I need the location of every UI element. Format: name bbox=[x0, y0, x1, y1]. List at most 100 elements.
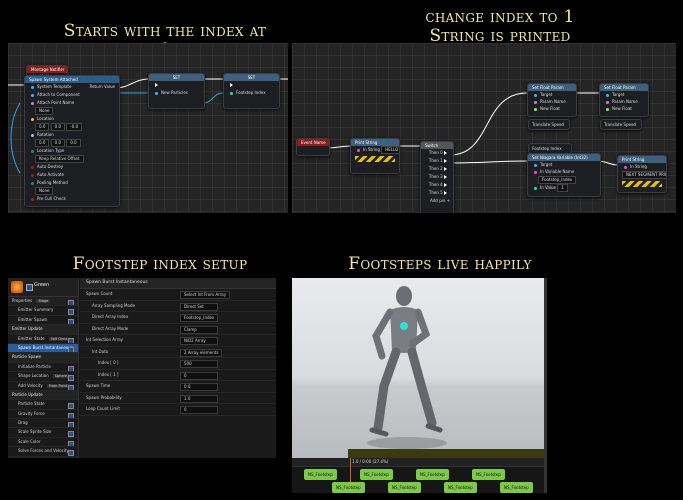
print-string-node-2[interactable]: Print String In String NEXT SEGMENT PRIN… bbox=[617, 155, 667, 193]
pin-location-type[interactable]: Location Type bbox=[25, 147, 119, 155]
details-row-value[interactable]: Clamp bbox=[180, 325, 218, 334]
viewport-scene[interactable]: Niagara simulation detected, GPU Footste… bbox=[292, 278, 544, 465]
details-row-value[interactable]: 0.0 bbox=[180, 383, 218, 391]
stack-item-checkbox[interactable] bbox=[68, 375, 74, 381]
stack-item-checkbox[interactable] bbox=[68, 412, 74, 419]
notify-track-item[interactable]: NS_Footstep bbox=[416, 469, 449, 480]
notify-track-item[interactable]: NS_Footstep bbox=[360, 469, 393, 480]
stack-item[interactable]: Solve Forces and Velocity bbox=[8, 447, 78, 457]
details-row-value[interactable]: Footstep_Index bbox=[180, 314, 219, 322]
translate-speed-getter-b[interactable]: Translate Speed bbox=[600, 119, 642, 130]
pin-pre-cull-check[interactable]: Pre Cull Check bbox=[25, 195, 119, 203]
details-row[interactable]: Spawn Probability 1.0 bbox=[80, 393, 276, 404]
stack-item[interactable]: Render bbox=[8, 456, 78, 458]
stack-item-checkbox[interactable] bbox=[68, 450, 74, 456]
details-row-value[interactable]: 500 bbox=[180, 360, 218, 368]
viewport-panel[interactable]: Niagara simulation detected, GPU Footste… bbox=[292, 278, 544, 493]
details-row[interactable]: Array Sampling Mode Direct Set bbox=[80, 301, 276, 312]
switch-pin-0[interactable]: Then 0 bbox=[421, 149, 453, 157]
stack-item[interactable]: Particle Update bbox=[8, 390, 78, 401]
variable-name-value[interactable]: Footstep_Index bbox=[528, 176, 600, 184]
set-float-param-node-a[interactable]: Set Float Param Target Param Name New Fl… bbox=[527, 83, 577, 117]
pin-param-name[interactable]: Param Name bbox=[528, 98, 576, 105]
notify-track-item[interactable]: NS_Footstep bbox=[332, 482, 365, 493]
stack-item-checkbox[interactable] bbox=[68, 440, 74, 447]
stack-item-checkbox[interactable] bbox=[68, 300, 74, 306]
set-new-particles-node[interactable]: SET New Particles bbox=[148, 73, 205, 109]
stack-item[interactable]: Scale Color bbox=[8, 437, 78, 448]
timeline[interactable]: 1.0 / 0:00 (27.4%) NS_Footstep NS_Footste… bbox=[292, 458, 544, 493]
attach-point-value[interactable]: None bbox=[25, 107, 119, 115]
stack-item-checkbox[interactable] bbox=[68, 422, 74, 428]
emitter-enable-checkbox[interactable] bbox=[26, 284, 33, 291]
stack-item-checkbox[interactable] bbox=[68, 384, 74, 390]
pin-target[interactable]: Target bbox=[528, 91, 576, 98]
pooling-value[interactable]: None bbox=[25, 187, 119, 195]
switch-pin-2[interactable]: Then 2 bbox=[421, 165, 453, 173]
pin-auto-activate[interactable]: Auto Activate bbox=[25, 171, 119, 179]
stack-item[interactable]: Properties Stage bbox=[8, 297, 78, 307]
details-row-value[interactable]: 1.0 bbox=[180, 394, 218, 403]
pin-target[interactable]: Target bbox=[600, 91, 648, 98]
notify-track-item[interactable]: NS_Footstep bbox=[500, 482, 533, 493]
emitter-stack[interactable]: Green Properties Stage Emitter Summary Emit… bbox=[8, 278, 79, 458]
switch-on-int-node[interactable]: Switch Then 0 Then 1 Then 2 Then 3 Then … bbox=[420, 141, 454, 213]
notify-track-item[interactable]: NS_Footstep bbox=[388, 482, 421, 493]
pin-location[interactable]: Location bbox=[25, 115, 119, 123]
pin-new-float[interactable]: New Float bbox=[528, 105, 576, 112]
viewport-scrollbar[interactable] bbox=[544, 278, 547, 493]
notify-track-item[interactable]: NS_Footstep bbox=[444, 482, 477, 493]
blueprint-graph-panel-1[interactable]: Montage Notifier Notify Name Spawn Syste… bbox=[8, 43, 288, 213]
stack-item[interactable]: Spawn Burst Instantaneous bbox=[8, 343, 78, 354]
details-row-value[interactable]: Select Int From Array bbox=[180, 291, 231, 299]
stack-item[interactable]: Scale Sprite Size bbox=[8, 428, 78, 438]
details-row[interactable]: Direct Array Mode Clamp bbox=[80, 324, 276, 335]
pin-target[interactable]: Target bbox=[528, 161, 600, 168]
pin-pooling-method[interactable]: Pooling Method bbox=[25, 179, 119, 187]
translate-speed-getter-a[interactable]: Translate Speed bbox=[528, 119, 570, 130]
details-row[interactable]: Index [ 1 ] 0 bbox=[80, 370, 276, 381]
pin-in-string[interactable]: In String bbox=[618, 163, 666, 171]
stack-item[interactable]: Emitter Spawn bbox=[8, 315, 78, 326]
stack-item[interactable]: Shape Location Sphere bbox=[8, 372, 78, 382]
stack-item[interactable]: Add Velocity From Point bbox=[8, 381, 78, 391]
stack-item[interactable]: Emitter State Self Once bbox=[8, 334, 78, 344]
timeline-ruler[interactable]: 1.0 / 0:00 (27.4%) bbox=[292, 458, 544, 493]
pin-in-value[interactable]: In Value 1 bbox=[528, 184, 600, 192]
pin-attach-point-name[interactable]: Attach Point Name bbox=[25, 99, 119, 107]
niagara-editor-panel[interactable]: Green Properties Stage Emitter Summary Emit… bbox=[8, 278, 276, 458]
location-type-value[interactable]: Keep Relative Offset bbox=[25, 155, 119, 163]
location-values[interactable]: 0.0 0.0 -0.0 bbox=[25, 123, 119, 131]
pin-system-template[interactable]: System Template Return Value bbox=[25, 83, 119, 91]
details-row-value[interactable]: NiD2 Array bbox=[180, 337, 218, 345]
stack-item[interactable]: Gravity Force bbox=[8, 409, 78, 420]
stack-item[interactable]: Emitter Update bbox=[8, 325, 78, 335]
notify-track-item[interactable]: NS_Footstep bbox=[304, 469, 337, 480]
stack-item[interactable]: Particle Spawn bbox=[8, 353, 78, 363]
details-row-value[interactable]: Direct Set bbox=[180, 302, 218, 311]
switch-pin-4[interactable]: Then 4 bbox=[421, 181, 453, 189]
set-niagara-variable-int-node[interactable]: Set Niagara Variable (Int32) Target In V… bbox=[527, 153, 601, 197]
stack-item[interactable]: Drag bbox=[8, 419, 78, 429]
switch-pin-5[interactable]: Then 5 bbox=[421, 189, 453, 197]
stack-item[interactable]: Initialize Particle bbox=[8, 362, 78, 373]
pin-new-particles[interactable]: New Particles bbox=[149, 89, 204, 97]
stack-item-checkbox[interactable] bbox=[68, 403, 74, 409]
pin-auto-destroy[interactable]: Auto Destroy bbox=[25, 163, 119, 171]
details-row[interactable]: Index [ 0 ] 500 bbox=[80, 358, 276, 370]
pin-footstep-index[interactable]: Footstep Index bbox=[224, 89, 279, 97]
stack-item-checkbox[interactable] bbox=[68, 318, 74, 325]
stack-item-checkbox[interactable] bbox=[68, 346, 74, 353]
string-value[interactable]: NEXT SEGMENT PRINT bbox=[618, 171, 666, 179]
stack-item-checkbox[interactable] bbox=[68, 365, 74, 372]
switch-add-pin[interactable]: Add pin + bbox=[421, 197, 453, 205]
blueprint-graph-panel-2[interactable]: Event Name Print String In String HELLO … bbox=[292, 43, 676, 213]
pin-in-string[interactable]: In String HELLO NAME bbox=[351, 146, 399, 154]
details-panel[interactable]: Spawn Burst Instantaneous Spawn Count Sel… bbox=[80, 278, 276, 458]
details-row-value[interactable]: 0 bbox=[180, 406, 218, 414]
spawn-system-attached-node[interactable]: Spawn System Attached System Template Ret… bbox=[24, 75, 120, 207]
details-row[interactable]: Direct Array Index Footstep_Index bbox=[80, 312, 276, 324]
emitter-header[interactable]: Green bbox=[8, 278, 78, 297]
stack-item[interactable]: Particle State bbox=[8, 400, 78, 410]
details-row[interactable]: Loop Count Limit 0 bbox=[80, 404, 276, 416]
